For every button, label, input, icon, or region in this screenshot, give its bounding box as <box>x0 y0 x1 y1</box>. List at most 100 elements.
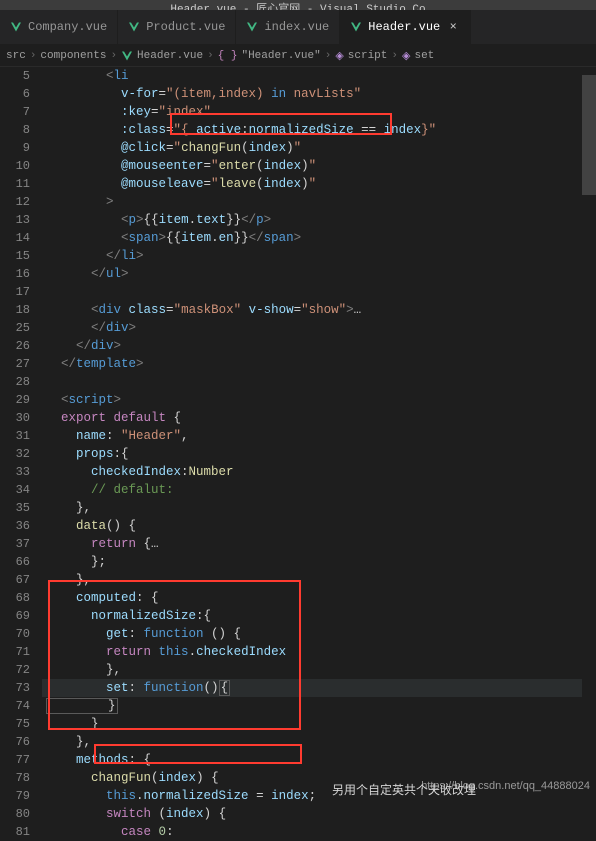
code-line: methods: { <box>42 751 596 769</box>
code-line: </li> <box>42 247 596 265</box>
line-number: 33 <box>0 463 30 481</box>
chevron-right-icon: › <box>110 50 117 62</box>
line-number: 77 <box>0 751 30 769</box>
code-line: </div> <box>42 319 596 337</box>
code-line: } <box>42 697 596 715</box>
code-line: }; <box>42 553 596 571</box>
line-number: 67 <box>0 571 30 589</box>
code-line: return {… <box>42 535 596 553</box>
line-number: 10 <box>0 157 30 175</box>
code-line: :key="index" <box>42 103 596 121</box>
code-line: <p>{{item.text}}</p> <box>42 211 596 229</box>
vue-icon <box>246 21 258 33</box>
title-bar: Header.vue - 匠心官网 - Visual Studio Co <box>0 0 596 10</box>
code-line: set: function(){ <box>42 679 596 697</box>
line-number: 32 <box>0 445 30 463</box>
line-number: 17 <box>0 283 30 301</box>
line-number: 79 <box>0 787 30 805</box>
line-number: 35 <box>0 499 30 517</box>
code-line: checkedIndex:Number <box>42 463 596 481</box>
line-number: 14 <box>0 229 30 247</box>
line-number: 72 <box>0 661 30 679</box>
code-line: case 0: <box>42 823 596 841</box>
tab-header[interactable]: Header.vue × <box>340 10 471 44</box>
chevron-right-icon: › <box>30 50 37 62</box>
line-number: 25 <box>0 319 30 337</box>
line-number: 29 <box>0 391 30 409</box>
chevron-right-icon: › <box>207 50 214 62</box>
code-line: }, <box>42 733 596 751</box>
code-line: switch (index) { <box>42 805 596 823</box>
line-number: 66 <box>0 553 30 571</box>
tab-label: Company.vue <box>28 20 107 34</box>
code-line: } <box>42 715 596 733</box>
symbol-icon: ◈ <box>335 49 343 63</box>
tab-label: Product.vue <box>146 20 225 34</box>
line-number: 34 <box>0 481 30 499</box>
line-number: 30 <box>0 409 30 427</box>
symbol-icon: ◈ <box>402 49 410 63</box>
close-icon[interactable]: × <box>446 20 460 34</box>
tab-product[interactable]: Product.vue <box>118 10 236 44</box>
code-line: <script> <box>42 391 596 409</box>
code-line: props:{ <box>42 445 596 463</box>
line-number: 31 <box>0 427 30 445</box>
editor[interactable]: 5 6 7 8 9 10 11 12 13 14 15 16 17 18 25 … <box>0 67 596 800</box>
code-line: computed: { <box>42 589 596 607</box>
crumb-set[interactable]: set <box>414 50 434 62</box>
line-number: 27 <box>0 355 30 373</box>
line-number: 8 <box>0 121 30 139</box>
code-line: }, <box>42 571 596 589</box>
line-number: 78 <box>0 769 30 787</box>
line-number: 68 <box>0 589 30 607</box>
crumb-script[interactable]: script <box>348 50 388 62</box>
code-line: get: function () { <box>42 625 596 643</box>
code-area[interactable]: <li v-for="(item,index) in navLists" :ke… <box>42 67 596 800</box>
crumb-file[interactable]: Header.vue <box>137 50 203 62</box>
code-line: <div class="maskBox" v-show="show">… <box>42 301 596 319</box>
code-line: </div> <box>42 337 596 355</box>
line-number: 75 <box>0 715 30 733</box>
braces-icon: { } <box>218 50 238 62</box>
breadcrumb: src › components › Header.vue › { } "Hea… <box>0 45 596 67</box>
line-number: 15 <box>0 247 30 265</box>
code-line: }, <box>42 661 596 679</box>
code-line: normalizedSize:{ <box>42 607 596 625</box>
line-number: 26 <box>0 337 30 355</box>
tab-company[interactable]: Company.vue <box>0 10 118 44</box>
line-number: 71 <box>0 643 30 661</box>
code-line: </template> <box>42 355 596 373</box>
line-number: 70 <box>0 625 30 643</box>
line-number: 18 <box>0 301 30 319</box>
code-line <box>42 373 596 391</box>
line-number: 69 <box>0 607 30 625</box>
vue-icon <box>350 21 362 33</box>
vue-icon <box>10 21 22 33</box>
code-line: <span>{{item.en}}</span> <box>42 229 596 247</box>
chevron-right-icon: › <box>325 50 332 62</box>
code-line: name: "Header", <box>42 427 596 445</box>
tab-index[interactable]: index.vue <box>236 10 340 44</box>
crumb-quoted[interactable]: "Header.vue" <box>241 50 320 62</box>
code-line: export default { <box>42 409 596 427</box>
line-number: 12 <box>0 193 30 211</box>
line-number: 16 <box>0 265 30 283</box>
line-number: 9 <box>0 139 30 157</box>
line-number: 13 <box>0 211 30 229</box>
scrollbar-thumb[interactable] <box>582 75 596 195</box>
tab-label: Header.vue <box>368 20 440 34</box>
window-title: Header.vue - 匠心官网 - Visual Studio Co <box>170 0 425 10</box>
code-line: }, <box>42 499 596 517</box>
tab-bar: Company.vue Product.vue index.vue Header… <box>0 10 596 45</box>
code-line: </ul> <box>42 265 596 283</box>
line-number: 6 <box>0 85 30 103</box>
vue-icon <box>121 50 133 62</box>
crumb-src[interactable]: src <box>6 50 26 62</box>
code-line: // defalut: <box>42 481 596 499</box>
code-line: @click="changFun(index)" <box>42 139 596 157</box>
scrollbar-vertical[interactable] <box>582 67 596 787</box>
code-line: return this.checkedIndex <box>42 643 596 661</box>
vue-icon <box>128 21 140 33</box>
crumb-components[interactable]: components <box>40 50 106 62</box>
code-line: @mouseenter="enter(index)" <box>42 157 596 175</box>
